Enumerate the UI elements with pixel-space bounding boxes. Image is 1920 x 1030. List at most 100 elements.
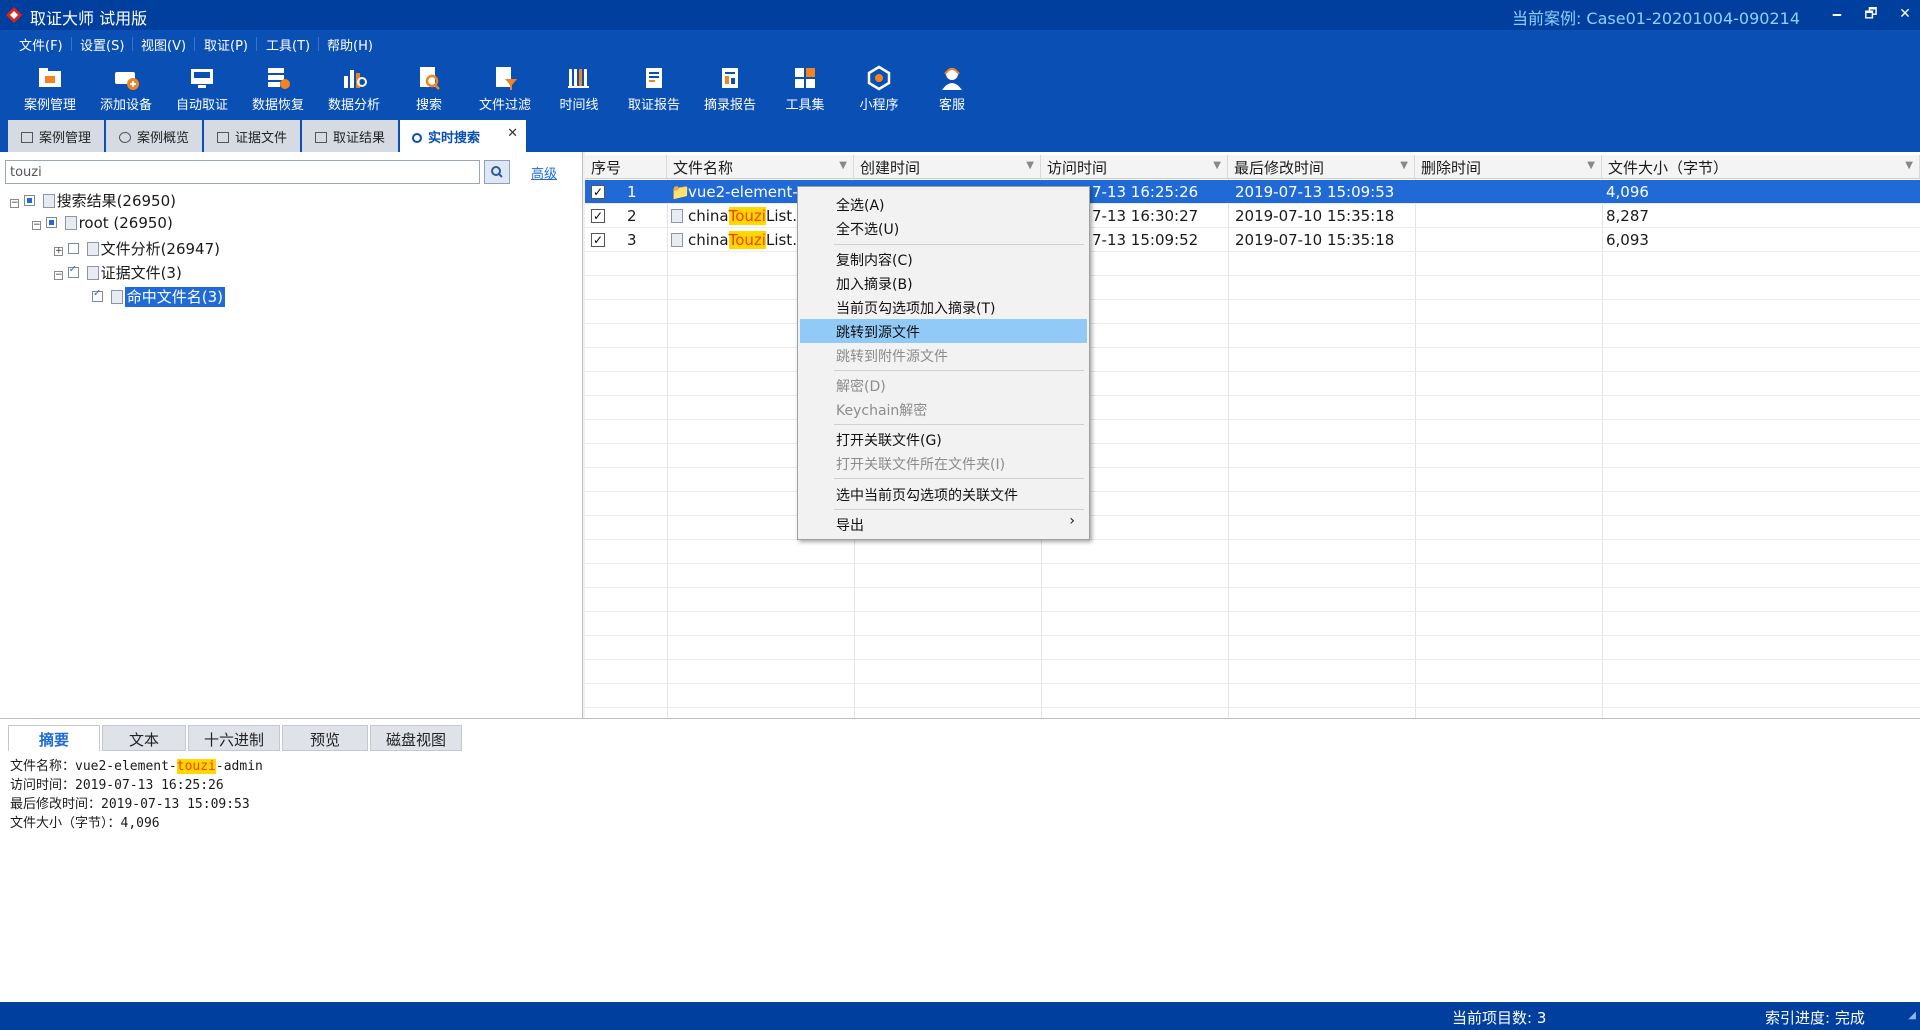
toolbar-label: 数据分析	[327, 98, 380, 113]
toolset-icon	[795, 68, 815, 88]
table-row[interactable]: ✓ 2 chinaTouziList. 2019-07-10 15:35:18 …	[585, 204, 1920, 228]
tab-hex[interactable]: 十六进制	[188, 725, 280, 751]
menu-item-jump-to-attachment-source[interactable]: 跳转到附件源文件	[800, 343, 1087, 367]
toolbar-add-device-button[interactable]: 添加设备	[90, 62, 162, 116]
collapse-icon[interactable]: −	[32, 221, 41, 230]
toolbar-search-button[interactable]: 搜索	[393, 62, 465, 116]
toolbar-case-manage-button[interactable]: 案例管理	[14, 62, 86, 116]
toolbar-label: 搜索	[415, 98, 442, 113]
menu-file[interactable]: 文件(F)	[19, 35, 63, 54]
filter-icon[interactable]: ▼	[1587, 160, 1595, 171]
menu-item-open-associated-file[interactable]: 打开关联文件(G)	[800, 427, 1087, 451]
menu-tools[interactable]: 工具(T)	[266, 35, 310, 54]
tab-close-icon[interactable]: ✕	[507, 126, 518, 141]
close-button[interactable]: ✕	[1894, 3, 1916, 25]
tree-checkbox[interactable]	[67, 264, 79, 278]
table-row[interactable]: ✓ 3 chinaTouziList. 2019-07-10 15:35:18 …	[585, 228, 1920, 252]
toolbar-customer-service-button[interactable]: 客服	[916, 62, 988, 116]
tab-preview[interactable]: 预览	[282, 725, 368, 751]
tab-case-manage[interactable]: 案例管理	[8, 120, 104, 152]
menu-item-deselect-all[interactable]: 全不选(U)	[800, 216, 1087, 240]
filter-icon[interactable]: ▼	[1026, 160, 1034, 171]
menu-forensics[interactable]: 取证(P)	[204, 35, 248, 54]
filter-icon[interactable]: ▼	[1213, 160, 1221, 171]
column-header-filename[interactable]: 文件名称 ▼	[667, 155, 854, 179]
mini-program-icon	[867, 65, 891, 91]
collapse-icon[interactable]: −	[54, 271, 63, 280]
column-header-deleted[interactable]: 删除时间 ▼	[1415, 155, 1602, 179]
advanced-search-link[interactable]: 高级	[531, 163, 557, 182]
case-manage-tab-icon	[20, 132, 33, 143]
column-header-no[interactable]: 序号	[585, 155, 667, 179]
menu-item-open-associated-folder[interactable]: 打开关联文件所在文件夹(I)	[800, 451, 1087, 475]
column-header-accessed[interactable]: 访问时间 ▼	[1041, 155, 1228, 179]
restore-button[interactable]: 🗗	[1860, 3, 1882, 25]
root-node-icon	[64, 216, 77, 230]
expand-icon[interactable]: +	[54, 247, 63, 256]
collapse-icon[interactable]: −	[10, 199, 19, 208]
filter-icon[interactable]: ▼	[1400, 160, 1408, 171]
resize-grip-icon[interactable]: ◢	[1908, 1010, 1916, 1021]
toolbar-auto-forensics-button[interactable]: 自动取证	[166, 62, 238, 116]
menu-help[interactable]: 帮助(H)	[327, 35, 373, 54]
file-filter-icon	[496, 67, 517, 90]
tree-checkbox[interactable]	[45, 217, 57, 228]
search-button[interactable]	[484, 160, 510, 184]
minimize-button[interactable]: 🗕	[1826, 3, 1848, 25]
toolbar-file-filter-button[interactable]: 文件过滤	[469, 62, 541, 116]
filter-icon[interactable]: ▼	[1905, 160, 1913, 171]
tree-node-hit-filename[interactable]: 命中文件名(3)	[92, 286, 226, 307]
toolbar-toolset-button[interactable]: 工具集	[769, 62, 841, 116]
toolbar-label: 数据恢复	[251, 98, 304, 113]
detail-modified: 最后修改时间：2019-07-13 15:09:53	[10, 797, 250, 812]
column-header-created[interactable]: 创建时间 ▼	[854, 155, 1041, 179]
index-progress-status: 索引进度: 完成	[1765, 1009, 1865, 1027]
tab-realtime-search[interactable]: 实时搜索 ✕	[400, 120, 526, 152]
excerpt-report-icon	[722, 68, 738, 88]
toolbar-data-recovery-button[interactable]: 数据恢复	[242, 62, 314, 116]
tab-disk-view[interactable]: 磁盘视图	[370, 725, 462, 751]
tree-checkbox[interactable]	[67, 243, 79, 254]
row-checkbox[interactable]: ✓	[591, 209, 605, 223]
menu-item-add-page-checked-excerpt[interactable]: 当前页勾选项加入摘录(T)	[800, 295, 1087, 319]
tab-forensic-results[interactable]: 取证结果	[302, 120, 398, 152]
menu-settings[interactable]: 设置(S)	[80, 35, 124, 54]
column-header-size[interactable]: 文件大小（字节） ▼	[1602, 155, 1920, 179]
toolbar-data-analysis-button[interactable]: 数据分析	[318, 62, 390, 116]
tree-checkbox[interactable]	[92, 288, 103, 302]
menu-item-export[interactable]: 导出 ›	[800, 512, 1087, 536]
row-checkbox[interactable]: ✓	[591, 233, 605, 247]
tab-evidence-files[interactable]: 证据文件	[204, 120, 300, 152]
table-row[interactable]: ✓ 1 📁 vue2-element- 2019-07-13 15:09:53 …	[585, 180, 1920, 204]
menu-item-add-excerpt[interactable]: 加入摘录(B)	[800, 271, 1087, 295]
tab-summary[interactable]: 摘要	[8, 725, 100, 751]
toolbar-label: 时间线	[559, 98, 599, 113]
tree-node-root[interactable]: − root (26950)	[32, 214, 173, 232]
toolbar-excerpt-report-button[interactable]: 摘录报告	[694, 62, 766, 116]
menu-view[interactable]: 视图(V)	[141, 35, 186, 54]
menu-item-keychain-decrypt[interactable]: Keychain解密	[800, 397, 1087, 421]
app-logo-icon	[6, 7, 22, 23]
toolbar-timeline-button[interactable]: 时间线	[543, 62, 615, 116]
toolbar-mini-program-button[interactable]: 小程序	[843, 62, 915, 116]
tree-checkbox[interactable]	[23, 195, 35, 206]
current-case-label: 当前案例: Case01-20201004-090214	[1511, 9, 1800, 28]
menu-item-jump-to-source[interactable]: 跳转到源文件	[800, 319, 1087, 343]
tree-node-search-results[interactable]: − 搜索结果(26950)	[10, 190, 176, 211]
tab-text[interactable]: 文本	[102, 725, 186, 751]
search-tree-panel: 高级 − 搜索结果(26950) − root (26950) + 文件分析(2…	[0, 152, 583, 718]
search-input[interactable]	[5, 160, 480, 184]
menu-item-select-associated-files[interactable]: 选中当前页勾选项的关联文件	[800, 482, 1087, 506]
data-recovery-icon	[268, 68, 290, 89]
column-header-modified[interactable]: 最后修改时间 ▼	[1228, 155, 1415, 179]
tree-node-file-analysis[interactable]: + 文件分析(26947)	[54, 238, 220, 259]
hit-filename-icon	[110, 290, 123, 304]
menu-item-decrypt[interactable]: 解密(D)	[800, 373, 1087, 397]
tree-node-evidence-files[interactable]: − 证据文件(3)	[54, 262, 182, 283]
toolbar-forensic-report-button[interactable]: 取证报告	[618, 62, 690, 116]
tab-case-overview[interactable]: 案例概览	[106, 120, 202, 152]
row-checkbox[interactable]: ✓	[591, 185, 605, 199]
filter-icon[interactable]: ▼	[839, 160, 847, 171]
menu-item-copy-content[interactable]: 复制内容(C)	[800, 247, 1087, 271]
menu-item-select-all[interactable]: 全选(A)	[800, 192, 1087, 216]
